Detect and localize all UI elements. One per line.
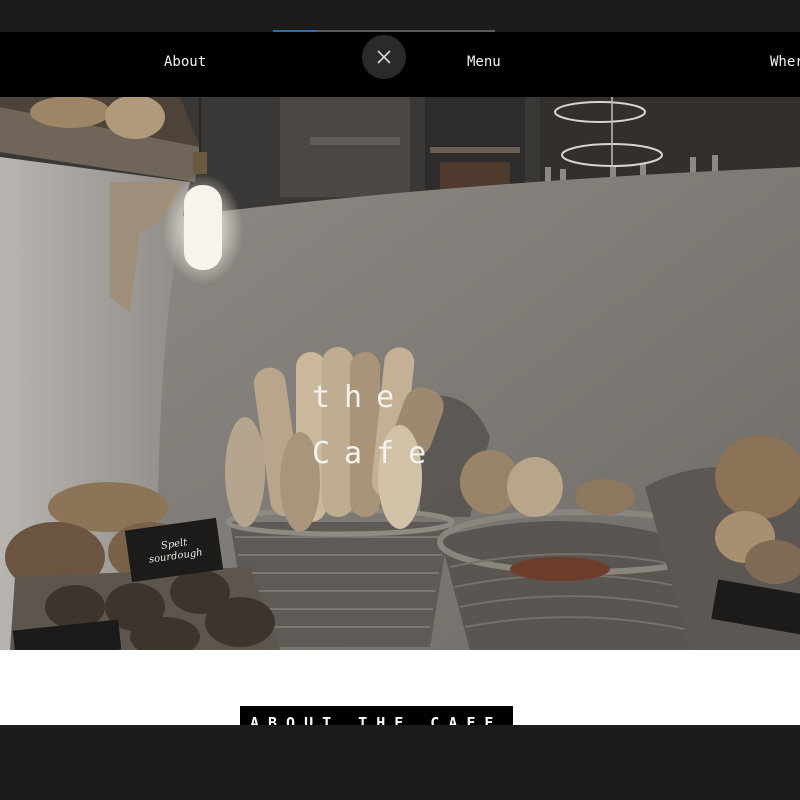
bottom-strip: [0, 725, 800, 800]
hero-photo: [0, 97, 800, 650]
close-button[interactable]: [362, 35, 406, 79]
top-strip: [0, 0, 800, 31]
about-heading: ABOUT THE CAFE: [250, 714, 503, 725]
hero-title-line-2: Cafe: [312, 436, 441, 471]
about-section: ABOUT THE CAFE: [0, 650, 800, 725]
close-icon: [377, 50, 391, 64]
main-nav: About Menu Wher: [0, 32, 800, 97]
hero-title-line-1: the: [312, 380, 409, 415]
hero-banner: Spelt sourdough the Cafe: [0, 97, 800, 650]
about-heading-box: ABOUT THE CAFE: [240, 706, 513, 725]
nav-link-where[interactable]: Wher: [770, 54, 800, 70]
nav-link-about[interactable]: About: [164, 54, 206, 70]
page: About Menu Wher Spelt sourdough the Cafe…: [0, 0, 800, 800]
nav-link-menu[interactable]: Menu: [467, 54, 501, 70]
